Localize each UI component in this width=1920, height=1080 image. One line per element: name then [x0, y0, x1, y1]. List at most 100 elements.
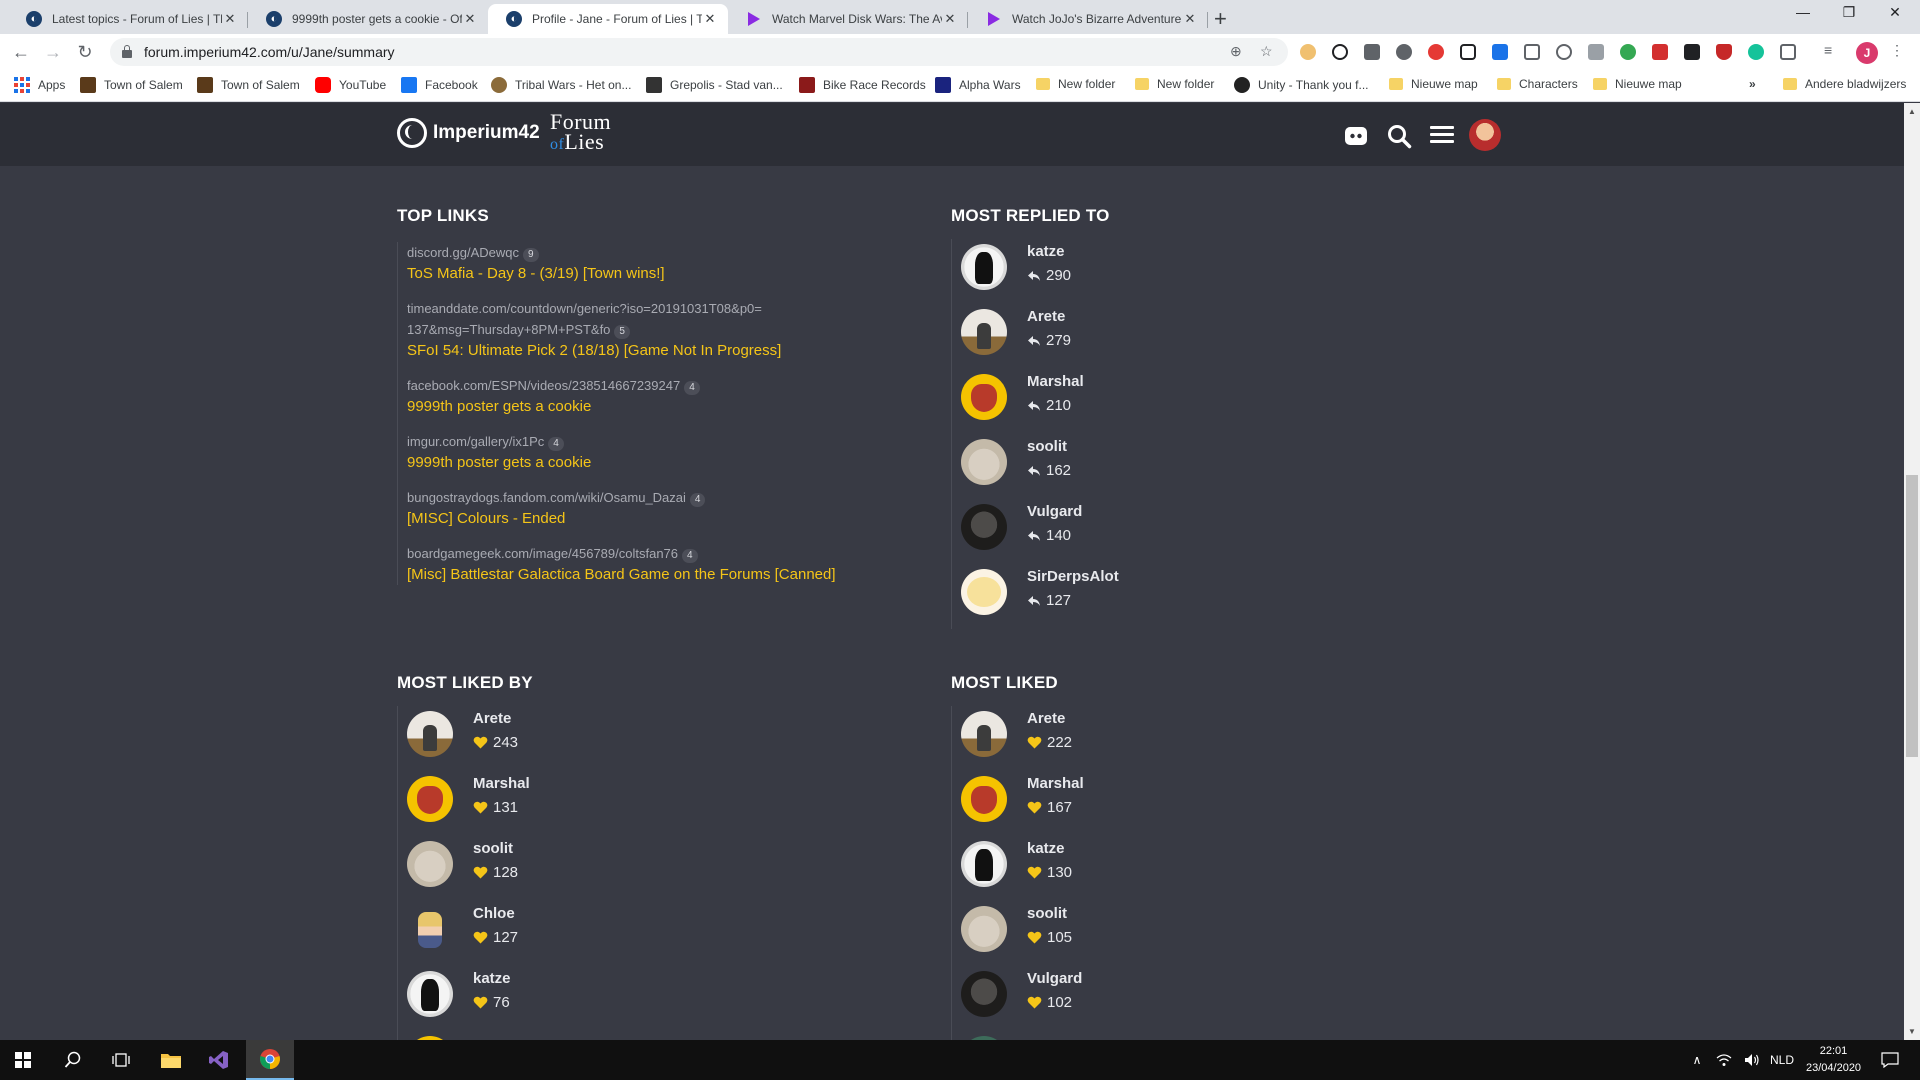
scrollbar-thumb[interactable]	[1906, 475, 1918, 757]
link-url[interactable]: facebook.com/ESPN/videos/238514667239247	[407, 378, 680, 393]
avatar[interactable]	[961, 971, 1007, 1017]
menu-kebab-icon[interactable]: ⋮	[1890, 42, 1904, 59]
bookmark-item[interactable]: YouTube	[315, 77, 386, 93]
bookmark-item[interactable]: Town of Salem	[80, 77, 183, 93]
avatar[interactable]	[961, 309, 1007, 355]
search-button[interactable]	[50, 1040, 96, 1080]
username[interactable]: Arete	[1027, 308, 1065, 325]
windows-start-button[interactable]	[0, 1040, 46, 1080]
link-topic-title[interactable]: 9999th poster gets a cookie	[407, 396, 897, 417]
bookmark-item[interactable]: Unity - Thank you f...	[1234, 77, 1369, 93]
reload-button[interactable]: ↻	[72, 39, 98, 65]
link-url[interactable]: timeanddate.com/countdown/generic?iso=20…	[407, 301, 762, 337]
avatar[interactable]	[961, 569, 1007, 615]
link-url[interactable]: imgur.com/gallery/ix1Pc	[407, 434, 544, 449]
bookmark-item[interactable]: Bike Race Records	[799, 77, 926, 93]
copy-extension-icon[interactable]	[1460, 44, 1476, 60]
system-clock[interactable]: 22:01 23/04/2020	[1806, 1043, 1861, 1077]
username[interactable]: Vulgard	[1027, 970, 1082, 987]
page-scrollbar[interactable]: ▲ ▼	[1904, 103, 1920, 1040]
username[interactable]: Arete	[473, 710, 511, 727]
bookmark-item[interactable]: Alpha Wars	[935, 77, 1021, 93]
link-topic-title[interactable]: SFoI 54: Ultimate Pick 2 (18/18) [Game N…	[407, 340, 897, 361]
avatar[interactable]	[407, 776, 453, 822]
red-extension-icon[interactable]	[1428, 44, 1444, 60]
link-url[interactable]: boardgamegeek.com/image/456789/coltsfan7…	[407, 546, 678, 561]
link-url[interactable]: bungostraydogs.fandom.com/wiki/Osamu_Daz…	[407, 490, 686, 505]
avatar[interactable]	[961, 439, 1007, 485]
username[interactable]: Arete	[1027, 710, 1065, 727]
username[interactable]: Marshal	[1027, 373, 1084, 390]
username[interactable]: soolit	[1027, 438, 1067, 455]
username[interactable]: katze	[1027, 840, 1065, 857]
avatar[interactable]	[407, 906, 453, 952]
bookmark-folder[interactable]: Characters	[1497, 77, 1578, 91]
camera-extension-icon[interactable]	[1780, 44, 1796, 60]
close-icon[interactable]: ✕	[942, 11, 958, 27]
browser-tab[interactable]: Watch JoJo's Bizarre Adventure E ✕	[968, 4, 1208, 34]
avatar[interactable]	[961, 374, 1007, 420]
clipboard-extension-icon[interactable]	[1524, 44, 1540, 60]
bookmark-item[interactable]: Tribal Wars - Het on...	[491, 77, 631, 93]
history-extension-icon[interactable]	[1556, 44, 1572, 60]
volume-icon[interactable]	[1740, 1040, 1764, 1080]
bookmark-folder[interactable]: New folder	[1036, 77, 1115, 91]
username[interactable]: katze	[1027, 243, 1065, 260]
username[interactable]: Chloe	[473, 905, 515, 922]
username[interactable]: katze	[473, 970, 511, 987]
username[interactable]: Vulgard	[1027, 503, 1082, 520]
compass-extension-icon[interactable]	[1396, 44, 1412, 60]
restore-button[interactable]: ❐	[1826, 4, 1872, 21]
reading-list-icon[interactable]: ≡	[1824, 42, 1832, 58]
bookmark-star-icon[interactable]: ☆	[1260, 43, 1273, 60]
crx-extension-icon[interactable]	[1588, 44, 1604, 60]
forward-button[interactable]: →	[40, 39, 66, 65]
fl-extension-icon[interactable]	[1684, 44, 1700, 60]
close-icon[interactable]: ✕	[222, 11, 238, 27]
link-topic-title[interactable]: 9999th poster gets a cookie	[407, 452, 897, 473]
username[interactable]: Marshal	[473, 775, 530, 792]
address-bar[interactable]: forum.imperium42.com/u/Jane/summary	[110, 38, 1288, 66]
forum-of-lies-logo[interactable]: Forum ofLies	[550, 111, 611, 156]
link-url[interactable]: discord.gg/ADewqc	[407, 245, 519, 260]
avatar[interactable]	[961, 244, 1007, 290]
browser-tab[interactable]: Watch Marvel Disk Wars: The Ave ✕	[728, 4, 968, 34]
username[interactable]: Marshal	[1027, 775, 1084, 792]
avatar[interactable]	[961, 776, 1007, 822]
bookmark-apps[interactable]: Apps	[14, 77, 65, 93]
chrome-taskbar-button[interactable]	[246, 1040, 294, 1080]
scroll-up-icon[interactable]: ▲	[1908, 107, 1916, 116]
new-tab-button[interactable]: +	[1214, 6, 1227, 32]
block-extension-icon[interactable]	[1332, 44, 1348, 60]
link-topic-title[interactable]: ToS Mafia - Day 8 - (3/19) [Town wins!]	[407, 263, 897, 284]
username[interactable]: soolit	[473, 840, 513, 857]
visual-studio-button[interactable]	[196, 1040, 242, 1080]
recycle-extension-icon[interactable]	[1620, 44, 1636, 60]
input-language-indicator[interactable]: NLD	[1764, 1040, 1800, 1080]
minimize-button[interactable]: —	[1780, 4, 1826, 20]
info-extension-icon[interactable]	[1364, 44, 1380, 60]
other-bookmarks-folder[interactable]: Andere bladwijzers	[1783, 77, 1906, 91]
avatar[interactable]	[961, 711, 1007, 757]
browser-tab-active[interactable]: ◐ Profile - Jane - Forum of Lies | Th ✕	[488, 4, 728, 34]
close-icon[interactable]: ✕	[462, 11, 478, 27]
user-avatar-button[interactable]	[1469, 119, 1501, 151]
discord-icon[interactable]	[1343, 123, 1369, 149]
red-square-extension-icon[interactable]	[1652, 44, 1668, 60]
bookmark-item[interactable]: Facebook	[401, 77, 478, 93]
search-icon[interactable]	[1386, 123, 1412, 149]
link-topic-title[interactable]: [MISC] Colours - Ended	[407, 508, 897, 529]
avatar[interactable]	[407, 711, 453, 757]
imperium42-logo[interactable]: Imperium42	[397, 118, 540, 148]
username[interactable]: SirDerpsAlot	[1027, 568, 1119, 585]
avatar[interactable]	[961, 841, 1007, 887]
pen-extension-icon[interactable]	[1492, 44, 1508, 60]
browser-tab[interactable]: ◐ Latest topics - Forum of Lies | Th ✕	[8, 4, 248, 34]
browser-tab[interactable]: ◐ 9999th poster gets a cookie - Off ✕	[248, 4, 488, 34]
bookmark-item[interactable]: Town of Salem	[197, 77, 300, 93]
close-icon[interactable]: ✕	[702, 11, 718, 27]
username[interactable]: soolit	[1027, 905, 1067, 922]
close-window-button[interactable]: ✕	[1872, 4, 1918, 21]
avatar[interactable]	[407, 841, 453, 887]
link-topic-title[interactable]: [Misc] Battlestar Galactica Board Game o…	[407, 564, 897, 585]
